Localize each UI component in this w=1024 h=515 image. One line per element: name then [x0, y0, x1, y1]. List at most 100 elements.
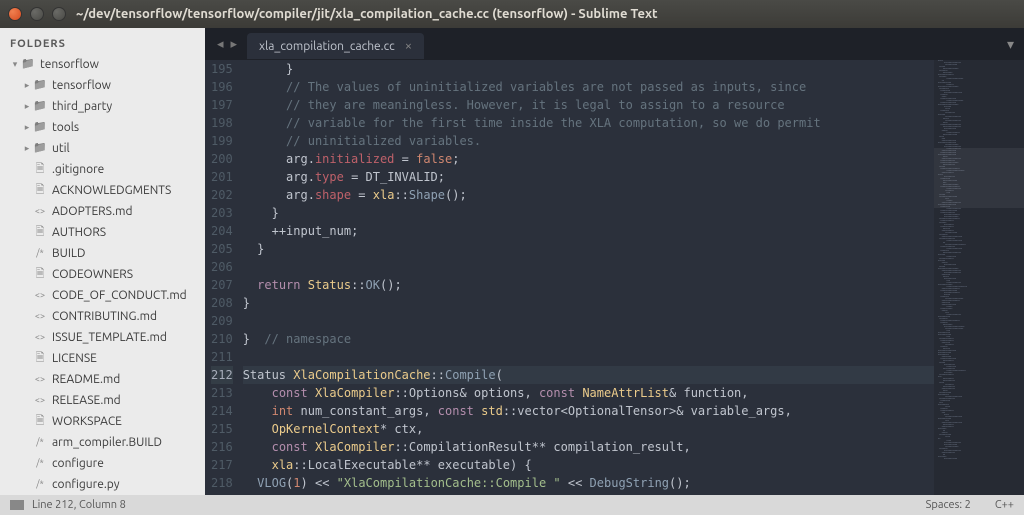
file-icon: [32, 266, 48, 283]
code-line[interactable]: VLOG(1) << "XlaCompilationCache::Compile…: [243, 474, 934, 492]
code-line[interactable]: arg.shape = xla::Shape();: [243, 186, 934, 204]
line-number[interactable]: 198: [211, 114, 233, 132]
folder-item[interactable]: ▸util: [0, 138, 205, 159]
file-label: ISSUE_TEMPLATE.md: [52, 329, 167, 346]
file-item[interactable]: arm_compiler.BUILD: [0, 432, 205, 453]
file-item[interactable]: configure: [0, 453, 205, 474]
file-item[interactable]: AUTHORS: [0, 222, 205, 243]
file-item[interactable]: CODE_OF_CONDUCT.md: [0, 285, 205, 306]
line-number[interactable]: 196: [211, 78, 233, 96]
arrow-icon[interactable]: ▾: [10, 56, 20, 73]
code-line[interactable]: [243, 258, 934, 276]
arrow-icon[interactable]: ▸: [22, 77, 32, 94]
line-number[interactable]: 201: [211, 168, 233, 186]
code-area[interactable]: } // The values of uninitialized variabl…: [243, 60, 934, 495]
line-number[interactable]: 216: [211, 438, 233, 456]
line-number[interactable]: 195: [211, 60, 233, 78]
line-number[interactable]: 200: [211, 150, 233, 168]
minimap-viewport[interactable]: [934, 148, 1024, 208]
folder-icon: [32, 119, 48, 136]
code-line[interactable]: [243, 492, 934, 495]
folder-item[interactable]: ▸third_party: [0, 96, 205, 117]
line-number[interactable]: 207: [211, 276, 233, 294]
file-item[interactable]: CODEOWNERS: [0, 264, 205, 285]
code-line[interactable]: }: [243, 204, 934, 222]
code-line[interactable]: arg.initialized = false;: [243, 150, 934, 168]
file-label: AUTHORS: [52, 224, 106, 241]
code-line[interactable]: OpKernelContext* ctx,: [243, 420, 934, 438]
line-number[interactable]: 199: [211, 132, 233, 150]
maximize-window-button[interactable]: [52, 7, 66, 21]
line-number[interactable]: 197: [211, 96, 233, 114]
line-number[interactable]: 218: [211, 474, 233, 492]
line-number[interactable]: 205: [211, 240, 233, 258]
tab-nav-arrows[interactable]: ◂ ▸: [209, 37, 247, 52]
line-number[interactable]: 217: [211, 456, 233, 474]
tab-active[interactable]: xla_compilation_cache.cc ×: [247, 33, 424, 59]
code-line[interactable]: }: [243, 60, 934, 78]
code-line[interactable]: // The values of uninitialized variables…: [243, 78, 934, 96]
line-number[interactable]: 208: [211, 294, 233, 312]
file-item[interactable]: BUILD: [0, 243, 205, 264]
code-line[interactable]: // variable for the first time inside th…: [243, 114, 934, 132]
line-number[interactable]: 215: [211, 420, 233, 438]
tab-menu-icon[interactable]: ▾: [997, 36, 1024, 53]
folder-item[interactable]: ▸tensorflow: [0, 75, 205, 96]
file-icon: [32, 161, 48, 178]
panel-switcher-icon[interactable]: [10, 500, 24, 510]
code-line[interactable]: int num_constant_args, const std::vector…: [243, 402, 934, 420]
code-line[interactable]: const XlaCompiler::CompilationResult** c…: [243, 438, 934, 456]
line-number[interactable]: 219: [211, 492, 233, 495]
file-item[interactable]: configure.py: [0, 474, 205, 495]
folder-root[interactable]: ▾ tensorflow: [0, 54, 205, 75]
code-line[interactable]: [243, 312, 934, 330]
code-line[interactable]: Status XlaCompilationCache::Compile(: [243, 366, 934, 384]
code-line[interactable]: return Status::OK();: [243, 276, 934, 294]
file-item[interactable]: ACKNOWLEDGMENTS: [0, 180, 205, 201]
code-line[interactable]: }: [243, 294, 934, 312]
code-line[interactable]: // they are meaningless. However, it is …: [243, 96, 934, 114]
line-gutter[interactable]: 1951961971981992002012022032042052062072…: [205, 60, 243, 495]
line-number[interactable]: 212: [211, 366, 233, 384]
code-container[interactable]: 1951961971981992002012022032042052062072…: [205, 60, 1024, 495]
file-item[interactable]: .gitignore: [0, 159, 205, 180]
line-number[interactable]: 214: [211, 402, 233, 420]
code-line[interactable]: const XlaCompiler::Options& options, con…: [243, 384, 934, 402]
sidebar[interactable]: FOLDERS ▾ tensorflow ▸tensorflow▸third_p…: [0, 28, 205, 495]
status-position[interactable]: Line 212, Column 8: [32, 499, 126, 511]
line-number[interactable]: 202: [211, 186, 233, 204]
minimap[interactable]: ▪▪▪▪ ▪▪▪▪▪▪▪▪▪▪▪▪▪▪ ▪▪▪▪▪▪▪▪▪▪ ▪▪▪▪▪ ▪▪▪…: [934, 60, 1024, 495]
arrow-icon[interactable]: ▸: [22, 140, 32, 157]
folder-item[interactable]: ▸tools: [0, 117, 205, 138]
code-line[interactable]: }: [243, 240, 934, 258]
code-line[interactable]: ++input_num;: [243, 222, 934, 240]
line-number[interactable]: 203: [211, 204, 233, 222]
code-line[interactable]: } // namespace: [243, 330, 934, 348]
file-item[interactable]: CONTRIBUTING.md: [0, 306, 205, 327]
line-number[interactable]: 206: [211, 258, 233, 276]
line-number[interactable]: 211: [211, 348, 233, 366]
minimize-window-button[interactable]: [30, 7, 44, 21]
file-item[interactable]: RELEASE.md: [0, 390, 205, 411]
line-number[interactable]: 209: [211, 312, 233, 330]
close-tab-icon[interactable]: ×: [405, 39, 412, 53]
file-item[interactable]: WORKSPACE: [0, 411, 205, 432]
file-item[interactable]: ISSUE_TEMPLATE.md: [0, 327, 205, 348]
line-number[interactable]: 204: [211, 222, 233, 240]
arrow-icon[interactable]: ▸: [22, 119, 32, 136]
code-line[interactable]: [243, 348, 934, 366]
code-line[interactable]: arg.type = DT_INVALID;: [243, 168, 934, 186]
code-line[interactable]: // uninitialized variables.: [243, 132, 934, 150]
folder-icon: [20, 56, 36, 73]
close-window-button[interactable]: [8, 7, 22, 21]
line-number[interactable]: 213: [211, 384, 233, 402]
arrow-icon[interactable]: ▸: [22, 98, 32, 115]
file-label: CODEOWNERS: [52, 266, 133, 283]
status-spaces[interactable]: Spaces: 2: [926, 499, 971, 511]
file-item[interactable]: ADOPTERS.md: [0, 201, 205, 222]
line-number[interactable]: 210: [211, 330, 233, 348]
code-line[interactable]: xla::LocalExecutable** executable) {: [243, 456, 934, 474]
file-item[interactable]: README.md: [0, 369, 205, 390]
file-item[interactable]: LICENSE: [0, 348, 205, 369]
status-syntax[interactable]: C++: [995, 499, 1014, 511]
